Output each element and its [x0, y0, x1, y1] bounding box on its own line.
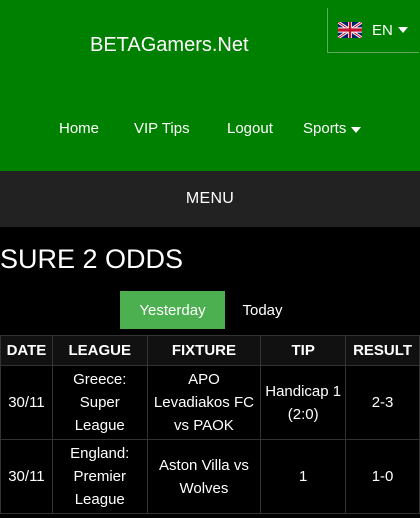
tab-yesterday[interactable]: Yesterday	[120, 291, 225, 329]
cell-fixture: APO Levadiakos FC vs PAOK	[146, 365, 262, 440]
nav-logout[interactable]: Logout	[227, 120, 273, 137]
language-label: EN	[372, 21, 393, 39]
menu-toggle[interactable]: MENU	[0, 171, 420, 227]
nav-home[interactable]: Home	[59, 120, 99, 137]
cell-league: England: Premier League	[51, 439, 148, 514]
day-tabs: Yesterday Today	[120, 291, 300, 329]
table-header-row: DATE LEAGUE FIXTURE TIP RESULT	[0, 335, 420, 366]
cell-league: Greece: Super League	[51, 365, 148, 440]
uk-flag-icon	[338, 22, 362, 38]
cell-date: 30/11	[0, 365, 53, 440]
chevron-down-icon	[397, 27, 408, 33]
cell-tip: 1	[260, 439, 347, 514]
chevron-down-icon	[351, 127, 362, 133]
col-fixture-header: FIXTURE	[146, 335, 262, 366]
cell-fixture: Aston Villa vs Wolves	[146, 439, 262, 514]
main-nav: Home VIP Tips Logout Sports	[0, 120, 420, 144]
nav-sports[interactable]: Sports	[303, 120, 362, 137]
cell-result: 2-3	[345, 365, 420, 440]
language-selector[interactable]: EN	[327, 8, 419, 53]
cell-result: 1-0	[345, 439, 420, 514]
col-result-header: RESULT	[345, 335, 420, 366]
menu-label: MENU	[185, 190, 235, 207]
tips-table: DATE LEAGUE FIXTURE TIP RESULT 30/11 Gre…	[0, 335, 420, 514]
page-title: SURE 2 ODDS	[0, 244, 184, 274]
table-row: 30/11 Greece: Super League APO Levadiako…	[0, 365, 420, 440]
nav-sports-label: Sports	[303, 120, 347, 137]
table-row: 30/11 England: Premier League Aston Vill…	[0, 439, 420, 514]
cell-date: 30/11	[0, 439, 53, 514]
site-header: BETAGamers.Net EN Home VIP Tips Logout S…	[0, 0, 420, 171]
col-league-header: LEAGUE	[51, 335, 148, 366]
cell-tip: Handicap 1 (2:0)	[260, 365, 347, 440]
site-title[interactable]: BETAGamers.Net	[90, 34, 249, 57]
nav-vip-tips[interactable]: VIP Tips	[134, 120, 190, 137]
tab-today[interactable]: Today	[225, 291, 300, 329]
col-tip-header: TIP	[260, 335, 347, 366]
col-date-header: DATE	[0, 335, 53, 366]
